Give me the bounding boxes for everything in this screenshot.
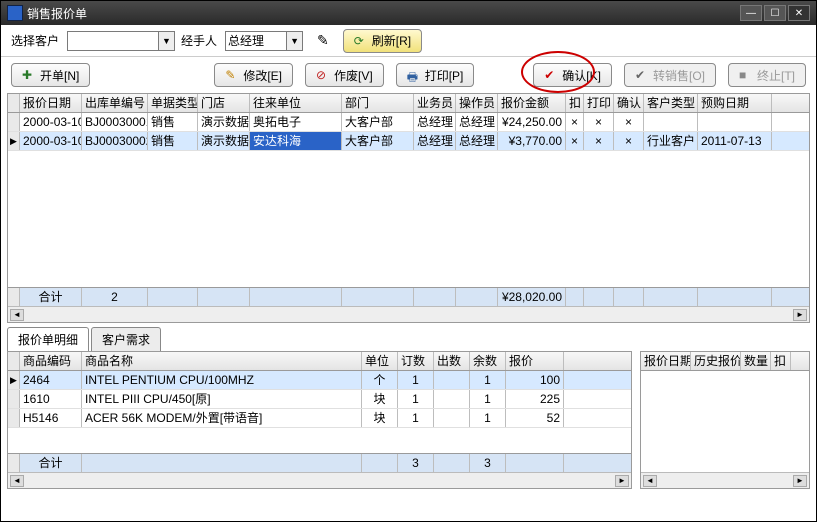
dcol-ord[interactable]: 订数: [398, 352, 434, 370]
row-marker: [8, 409, 20, 427]
print-button[interactable]: 🖶 打印[P]: [396, 63, 475, 87]
tab-need[interactable]: 客户需求: [91, 327, 161, 351]
rcol-histprice[interactable]: 历史报价: [691, 352, 741, 370]
dcol-rem[interactable]: 余数: [470, 352, 506, 370]
main-grid[interactable]: 报价日期 出库单编号 单据类型 门店 往来单位 部门 业务员 操作员 报价金额 …: [7, 93, 810, 323]
stop-icon: ■: [739, 68, 753, 82]
scroll-right-icon[interactable]: ►: [615, 475, 629, 487]
dcol-price[interactable]: 报价: [506, 352, 564, 370]
void-icon: ⊘: [316, 68, 330, 82]
rcol-ded[interactable]: 扣: [771, 352, 791, 370]
handler-input[interactable]: [226, 32, 286, 50]
col-type[interactable]: 单据类型: [148, 94, 198, 112]
col-pdate[interactable]: 预购日期: [698, 94, 772, 112]
close-button[interactable]: ✕: [788, 5, 810, 21]
edit-icon: ✎: [225, 68, 239, 82]
dcol-code[interactable]: 商品编码: [20, 352, 82, 370]
col-amount[interactable]: 报价金额: [498, 94, 566, 112]
refresh-label: 刷新[R]: [372, 32, 411, 49]
col-oper[interactable]: 操作员: [456, 94, 498, 112]
row-marker: ▶: [8, 132, 20, 150]
scroll-right-icon[interactable]: ►: [793, 309, 807, 321]
transfer-label: 转销售[O]: [653, 67, 705, 84]
tab-detail[interactable]: 报价单明细: [7, 327, 89, 351]
customer-combo[interactable]: ▼: [67, 31, 175, 51]
open-button[interactable]: ✚ 开单[N]: [11, 63, 90, 87]
chevron-down-icon[interactable]: ▼: [286, 32, 302, 50]
stop-button[interactable]: ■ 终止[T]: [728, 63, 806, 87]
transfer-icon: ✔: [635, 68, 649, 82]
refresh-icon: ⟳: [354, 34, 368, 48]
check-icon: ✔: [544, 68, 558, 82]
dfoot-label: 合计: [20, 454, 82, 472]
window-title: 销售报价单: [27, 5, 87, 22]
refresh-button[interactable]: ⟳ 刷新[R]: [343, 29, 422, 53]
scroll-left-icon[interactable]: ◄: [10, 475, 24, 487]
dfoot-rem: 3: [470, 454, 506, 472]
dcol-name[interactable]: 商品名称: [82, 352, 362, 370]
row-marker: ▶: [8, 371, 20, 389]
table-row[interactable]: ▶ 2000-03-10 BJ00030002 销售 演示数据 安达科海 大客户…: [8, 132, 809, 151]
row-marker: [8, 390, 20, 408]
table-row[interactable]: 2000-03-10 BJ00030001 销售 演示数据 奥拓电子 大客户部 …: [8, 113, 809, 132]
table-row[interactable]: H5146 ACER 56K MODEM/外置[带语音] 块 1 1 52: [8, 409, 631, 428]
app-icon: [7, 5, 23, 21]
col-docno[interactable]: 出库单编号: [82, 94, 148, 112]
print-icon: 🖶: [407, 68, 421, 82]
maximize-button[interactable]: ☐: [764, 5, 786, 21]
dfoot-ord: 3: [398, 454, 434, 472]
minimize-button[interactable]: —: [740, 5, 762, 21]
customer-input[interactable]: [68, 32, 158, 50]
new-doc-icon: ✚: [22, 68, 36, 82]
main-hscroll[interactable]: ◄ ►: [8, 306, 809, 322]
handler-combo[interactable]: ▼: [225, 31, 303, 51]
void-button[interactable]: ⊘ 作废[V]: [305, 63, 384, 87]
col-ctype[interactable]: 客户类型: [644, 94, 698, 112]
col-sales[interactable]: 业务员: [414, 94, 456, 112]
history-grid[interactable]: 报价日期 历史报价 数量 扣 ◄ ►: [640, 351, 810, 489]
clear-icon[interactable]: ✎: [317, 32, 329, 49]
print-label: 打印[P]: [425, 67, 464, 84]
rcol-qty[interactable]: 数量: [741, 352, 771, 370]
scroll-left-icon[interactable]: ◄: [643, 475, 657, 487]
row-marker: [8, 113, 20, 131]
footer-label: 合计: [20, 288, 82, 306]
transfer-button[interactable]: ✔ 转销售[O]: [624, 63, 716, 87]
col-party[interactable]: 往来单位: [250, 94, 342, 112]
confirm-button[interactable]: ✔ 确认[K]: [533, 63, 612, 87]
col-print[interactable]: 打印: [584, 94, 614, 112]
scroll-left-icon[interactable]: ◄: [10, 309, 24, 321]
footer-count: 2: [82, 288, 148, 306]
footer-mark: [8, 288, 20, 306]
edit-button[interactable]: ✎ 修改[E]: [214, 63, 293, 87]
col-confirm[interactable]: 确认: [614, 94, 644, 112]
rcol-date[interactable]: 报价日期: [641, 352, 691, 370]
stop-label: 终止[T]: [757, 67, 795, 84]
col-date[interactable]: 报价日期: [20, 94, 82, 112]
table-row[interactable]: ▶ 2464 INTEL PENTIUM CPU/100MHZ 个 1 1 10…: [8, 371, 631, 390]
col-store[interactable]: 门店: [198, 94, 250, 112]
confirm-label: 确认[K]: [562, 67, 601, 84]
handler-label: 经手人: [181, 32, 217, 49]
table-row[interactable]: 1610 INTEL PIII CPU/450[原] 块 1 1 225: [8, 390, 631, 409]
select-customer-label: 选择客户: [11, 32, 59, 49]
right-hscroll[interactable]: ◄ ►: [641, 472, 809, 488]
footer-total: ¥28,020.00: [498, 288, 566, 306]
open-label: 开单[N]: [40, 67, 79, 84]
dcol-out[interactable]: 出数: [434, 352, 470, 370]
col-dept[interactable]: 部门: [342, 94, 414, 112]
col-ded[interactable]: 扣: [566, 94, 584, 112]
chevron-down-icon[interactable]: ▼: [158, 32, 174, 50]
detail-grid[interactable]: 商品编码 商品名称 单位 订数 出数 余数 报价 ▶ 2464 INTEL PE…: [7, 351, 632, 489]
scroll-right-icon[interactable]: ►: [793, 475, 807, 487]
detail-hscroll[interactable]: ◄ ►: [8, 472, 631, 488]
dcol-unit[interactable]: 单位: [362, 352, 398, 370]
void-label: 作废[V]: [334, 67, 373, 84]
row-marker-header: [8, 94, 20, 112]
edit-label: 修改[E]: [243, 67, 282, 84]
